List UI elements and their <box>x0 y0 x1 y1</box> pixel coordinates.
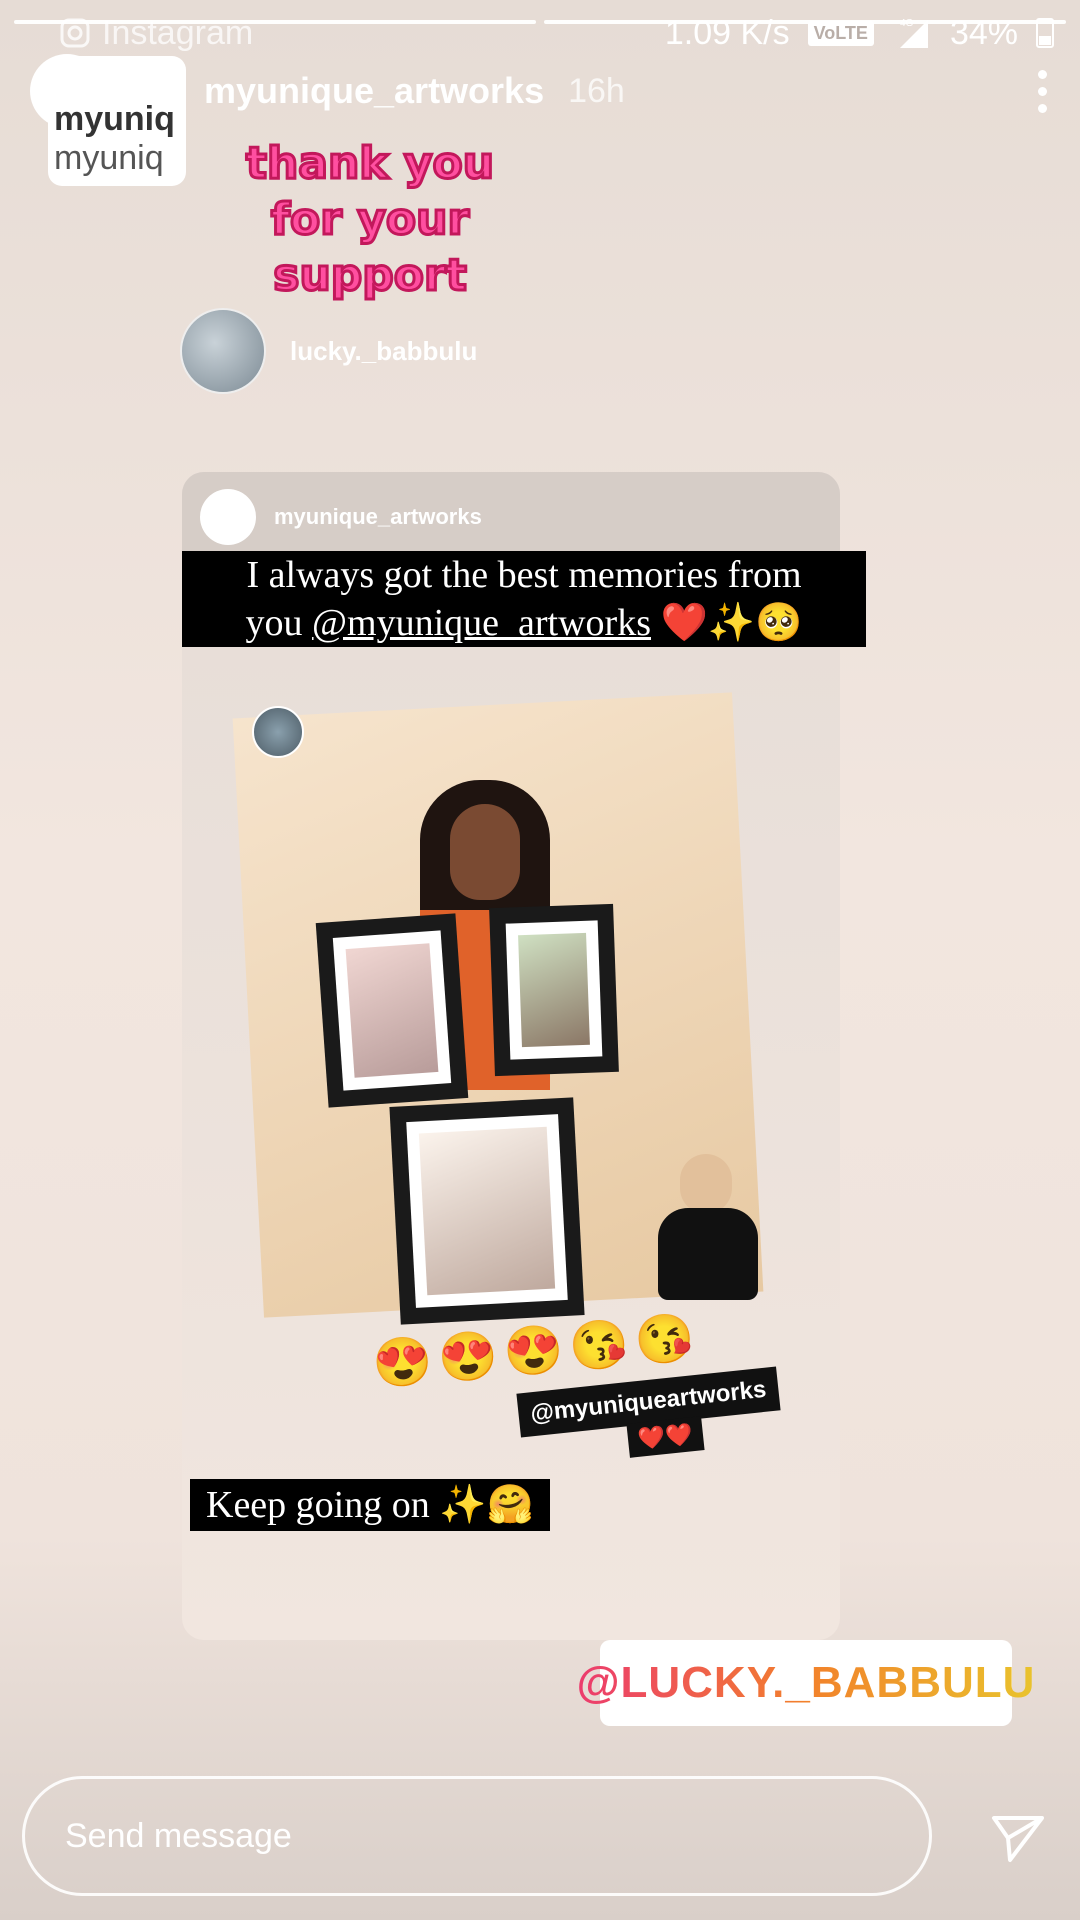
mention-row[interactable]: lucky._babbulu <box>180 308 477 394</box>
avatar-tooltip-line2: myuniq <box>54 139 164 177</box>
photo-poster-avatar <box>252 706 304 758</box>
lucky-mention-sticker[interactable]: @LUCKY._BABBULU <box>577 1640 1034 1726</box>
quote-line1: I always got the best memories from <box>246 554 802 596</box>
mention-username[interactable]: lucky._babbulu <box>290 336 477 367</box>
battery-icon <box>1036 18 1054 48</box>
portrait-frame <box>489 903 619 1077</box>
story-time: 16h <box>568 71 625 110</box>
quote-emojis: ❤️✨🥺 <box>660 602 803 644</box>
thank-you-sticker: thank you for your support <box>244 137 495 303</box>
keep-going-caption: Keep going on ✨🤗 <box>190 1479 550 1531</box>
battery-percent: 34% <box>949 13 1018 52</box>
status-app: Instagram <box>60 14 253 53</box>
quote-mention[interactable]: @myunique_artworks <box>312 602 651 644</box>
send-message-placeholder: Send message <box>65 1816 292 1855</box>
story-username[interactable]: myunique_artworks <box>204 70 544 112</box>
network-type-label: 4G <box>900 18 914 29</box>
quote-line2: you @myunique_artworks ❤️✨🥺 <box>196 599 852 647</box>
portrait-frame <box>315 913 469 1108</box>
send-icon[interactable] <box>988 1808 1048 1868</box>
shared-post-handle: myunique_artworks <box>274 504 482 529</box>
instagram-icon <box>60 18 90 48</box>
network-speed: 1.09 K/s <box>664 13 790 52</box>
quote-prefix: you <box>245 602 303 644</box>
status-app-name: Instagram <box>102 13 254 52</box>
lucky-mention-text: @LUCKY._BABBULU <box>576 1658 1036 1707</box>
send-message-input[interactable]: Send message <box>22 1776 932 1896</box>
signal-icon: 4G <box>899 18 928 48</box>
shared-post-logo <box>200 489 256 545</box>
volte-badge: VoLTE <box>807 20 874 46</box>
status-bar: Instagram 1.09 K/s VoLTE 4G 34% <box>60 8 1054 58</box>
girl-gif-sticker <box>652 1154 762 1300</box>
portrait-frame <box>389 1097 585 1325</box>
shared-post-header: myunique_artworks <box>182 472 840 562</box>
quote-caption: I always got the best memories from you … <box>182 551 866 647</box>
avatar-tooltip-line1: myuniq <box>54 100 175 138</box>
mention-avatar[interactable] <box>180 308 266 394</box>
avatar-tooltip: myuniq myuniq <box>48 56 186 186</box>
more-options-icon[interactable] <box>1034 69 1050 113</box>
